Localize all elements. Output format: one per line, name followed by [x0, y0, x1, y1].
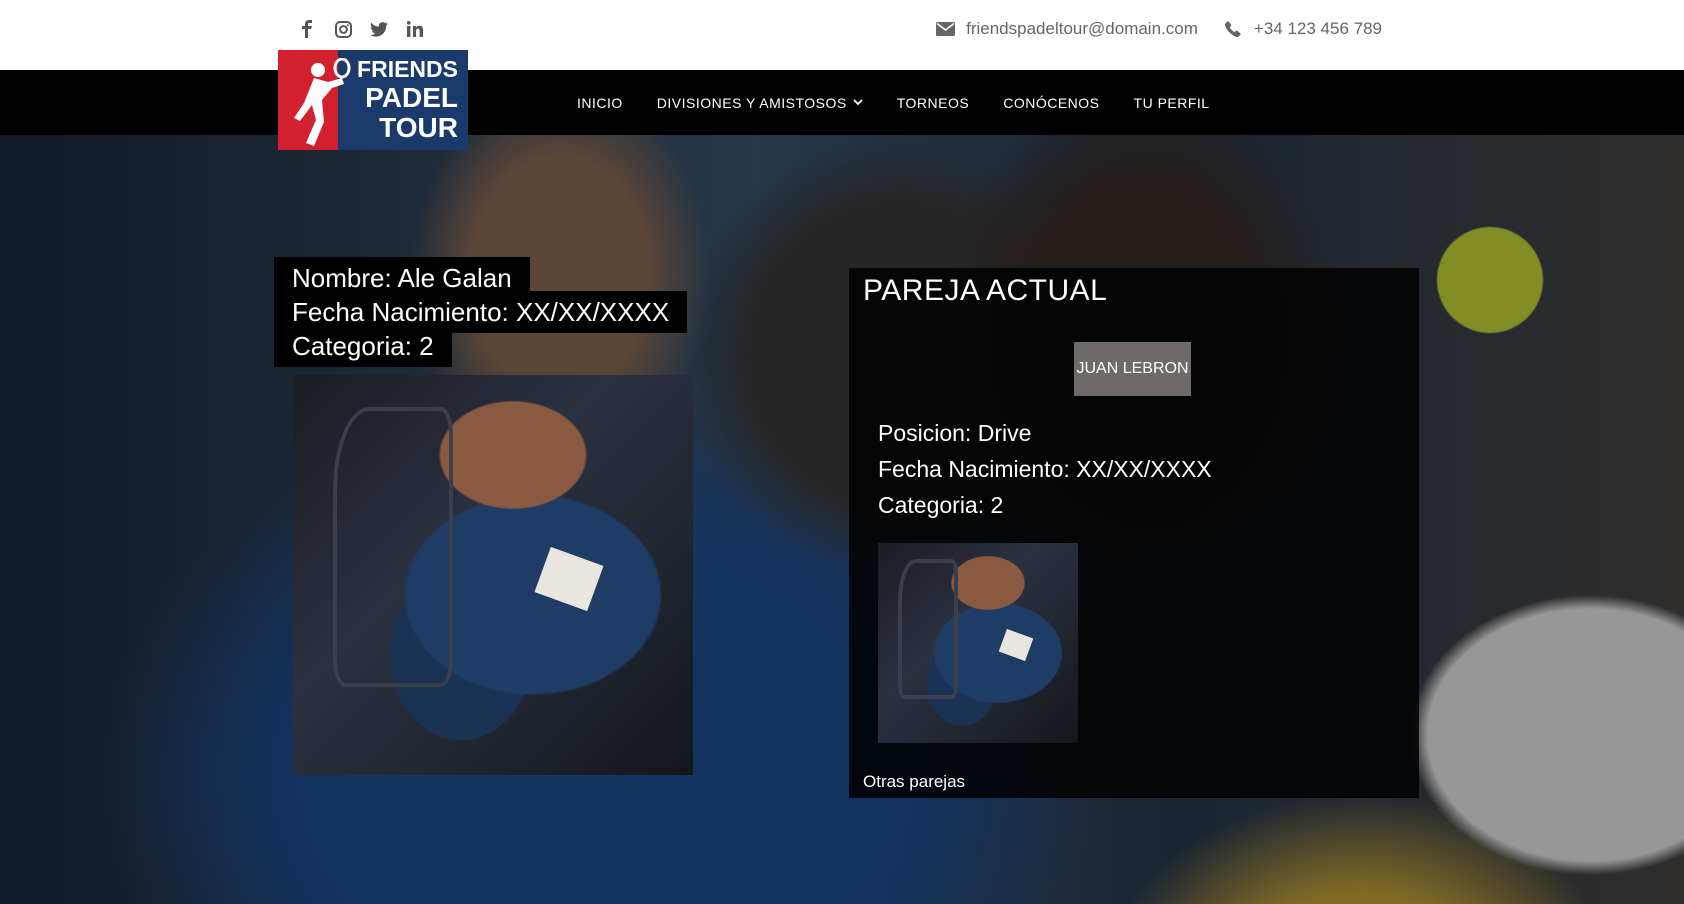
nav-item-torneos[interactable]: TORNEOS — [897, 95, 969, 111]
phone-number[interactable]: +34 123 456 789 — [1254, 19, 1382, 39]
partner-birthdate: Fecha Nacimiento: XX/XX/XXXX — [878, 456, 1212, 482]
chevron-down-icon — [853, 99, 863, 106]
twitter-icon[interactable] — [368, 18, 390, 40]
instagram-icon[interactable] — [332, 18, 354, 40]
player-category: Categoria: 2 — [274, 325, 452, 367]
nav-item-divisiones-label: DIVISIONES Y AMISTOSOS — [656, 94, 847, 111]
phone-icon — [1222, 18, 1244, 40]
top-bar: friendspadeltour@domain.com +34 123 456 … — [0, 0, 1684, 70]
partner-photo-jacket-stripe — [998, 628, 1034, 662]
facebook-icon[interactable] — [296, 18, 318, 40]
player-silhouette-icon — [294, 58, 351, 146]
partner-photo — [878, 543, 1078, 743]
nav-item-tu-perfil[interactable]: TU PERFIL — [1134, 95, 1210, 111]
main-navbar: INICIO DIVISIONES Y AMISTOSOS TORNEOS CO… — [0, 70, 1684, 135]
email-link[interactable]: friendspadeltour@domain.com — [966, 19, 1198, 39]
otras-parejas-link[interactable]: Otras parejas — [863, 772, 965, 792]
logo-text-tour: TOUR — [379, 112, 458, 143]
nav-item-conocenos[interactable]: CONÓCENOS — [1003, 95, 1099, 111]
partner-position: Posicion: Drive — [878, 420, 1032, 446]
envelope-icon — [934, 18, 956, 40]
pareja-title: PAREJA ACTUAL — [863, 274, 1108, 307]
nav-item-inicio[interactable]: INICIO — [577, 95, 623, 111]
pareja-panel: PAREJA ACTUAL JUAN LEBRON Posicion: Driv… — [849, 268, 1419, 798]
logo-text-padel: PADEL — [365, 82, 458, 113]
contact-info: friendspadeltour@domain.com +34 123 456 … — [934, 18, 1396, 40]
nav-menu: INICIO DIVISIONES Y AMISTOSOS TORNEOS CO… — [577, 70, 1210, 135]
nav-item-divisiones[interactable]: DIVISIONES Y AMISTOSOS — [657, 95, 863, 111]
partner-button[interactable]: JUAN LEBRON — [1074, 342, 1191, 396]
logo-text-friends: FRIENDS — [357, 56, 458, 82]
partner-photo-car-door — [898, 559, 958, 699]
hero-background — [0, 135, 1684, 904]
photo-car-door — [333, 407, 453, 687]
linkedin-icon[interactable] — [404, 18, 426, 40]
social-links — [296, 18, 426, 40]
photo-jacket-stripe — [534, 546, 604, 612]
partner-category: Categoria: 2 — [878, 492, 1004, 518]
player-photo — [293, 375, 693, 775]
site-logo[interactable]: FRIENDS PADEL TOUR — [278, 50, 468, 150]
